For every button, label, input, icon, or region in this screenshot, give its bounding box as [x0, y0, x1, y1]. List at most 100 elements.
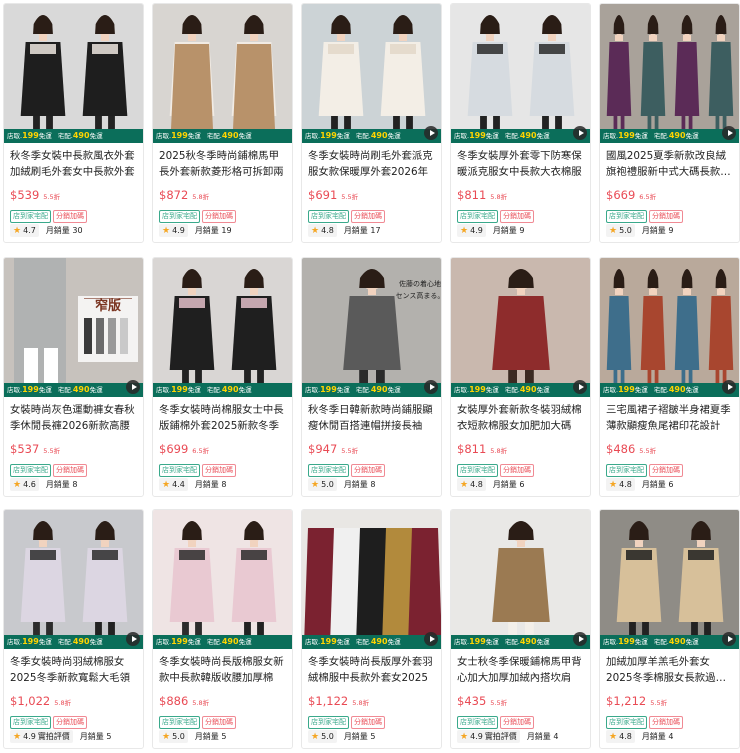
- product-photo-icon[interactable]: [451, 258, 590, 397]
- product-photo[interactable]: 店取.199免運 宅配.490免運: [451, 4, 590, 143]
- product-photo-icon[interactable]: [153, 4, 292, 143]
- product-photo[interactable]: 店取.199免運 宅配.490免運: [600, 258, 739, 397]
- product-card[interactable]: 店取.199免運 宅配.490免運 冬季女裝時尚棉服女士中長版鋪棉外套2025新…: [152, 257, 293, 497]
- product-photo-icon[interactable]: [4, 510, 143, 649]
- product-photo-icon[interactable]: 窄版: [4, 258, 143, 397]
- play-video-icon[interactable]: [126, 380, 140, 394]
- rating-badge: ★ 4.7: [10, 224, 39, 237]
- product-title[interactable]: 冬季女裝時尚長版棉服女新款中長款韓版收腰加厚棉: [159, 654, 288, 686]
- product-title[interactable]: 女裝厚外套新款冬裝羽絨棉衣短款棉服女加肥加大碼: [457, 402, 586, 434]
- price-row: $537 5.5折: [10, 438, 60, 457]
- product-photo-icon[interactable]: [4, 4, 143, 143]
- play-video-icon[interactable]: [424, 126, 438, 140]
- price-row: $669 6.5折: [606, 184, 656, 203]
- play-video-icon[interactable]: [126, 632, 140, 646]
- delivery-tag: 店到家宅配: [308, 464, 349, 477]
- product-title[interactable]: 冬季女裝厚外套零下防寒保暖派克服女中長款大衣棉服: [457, 148, 586, 180]
- play-video-icon[interactable]: [722, 126, 736, 140]
- product-photo[interactable]: 店取.199免運 宅配.490免運: [302, 4, 441, 143]
- discount-label: 5.8折: [490, 447, 508, 455]
- play-video-icon[interactable]: [573, 380, 587, 394]
- product-title[interactable]: 冬季女裝時尚長版厚外套羽絨棉服中長款外套女2025: [308, 654, 437, 686]
- product-card[interactable]: 窄版 店取.199免運 宅配.490免運 女裝時尚灰色運動褲女春秋季休閒長褲20…: [3, 257, 144, 497]
- product-photo[interactable]: 店取.199免運 宅配.490免運: [153, 510, 292, 649]
- product-card[interactable]: 店取.199免運 宅配.490免運 冬季女裝時尚長版厚外套羽絨棉服中長款外套女2…: [301, 509, 442, 749]
- product-title[interactable]: 女裝時尚灰色運動褲女春秋季休閒長褲2026新款高腰: [10, 402, 139, 434]
- discount-label: 5.5折: [341, 193, 359, 201]
- monthly-sales: 月銷量 5: [79, 732, 112, 741]
- product-card[interactable]: 店取.199免運 宅配.490免運 女士秋冬季保暖鋪棉馬甲背心加大加厚加絨內搭坎…: [450, 509, 591, 749]
- product-card[interactable]: 佐藤の着心地 センス高まる。 店取.199免運 宅配.490免運 秋冬季日韓新款時…: [301, 257, 442, 497]
- play-video-icon[interactable]: [573, 632, 587, 646]
- product-card[interactable]: 店取.199免運 宅配.490免運 國風2025夏季新款改良絨旗袍禮服新中式大碼…: [599, 3, 740, 243]
- product-photo[interactable]: 店取.199免運 宅配.490免運: [451, 510, 590, 649]
- product-card[interactable]: 店取.199免運 宅配.490免運 冬季女裝時尚羽絨棉服女2025冬季新款寬鬆大…: [3, 509, 144, 749]
- tag-row: 店到家宅配 分銷加碼: [457, 709, 536, 729]
- product-title[interactable]: 2025秋冬季時尚鋪棉馬甲長外套新款菱形格可拆卸兩: [159, 148, 288, 180]
- rating-row: ★ 5.0 月銷量 9: [606, 224, 673, 237]
- delivery-tag: 店到家宅配: [10, 464, 51, 477]
- product-photo[interactable]: 店取.199免運 宅配.490免運: [153, 258, 292, 397]
- product-photo[interactable]: 店取.199免運 宅配.490免運: [4, 510, 143, 649]
- product-photo[interactable]: 店取.199免運 宅配.490免運: [4, 4, 143, 143]
- product-photo[interactable]: 店取.199免運 宅配.490免運: [451, 258, 590, 397]
- product-photo-icon[interactable]: [153, 258, 292, 397]
- product-card[interactable]: 店取.199免運 宅配.490免運 秋冬季女裝中長款風衣外套加絨刷毛外套女中長款…: [3, 3, 144, 243]
- star-icon: ★: [311, 731, 320, 742]
- product-photo[interactable]: 店取.199免運 宅配.490免運: [600, 510, 739, 649]
- product-card[interactable]: 店取.199免運 宅配.490免運 女裝厚外套新款冬裝羽絨棉衣短款棉服女加肥加大…: [450, 257, 591, 497]
- tag-row: 店到家宅配 分銷加碼: [159, 203, 238, 223]
- play-video-icon[interactable]: [424, 632, 438, 646]
- star-icon: ★: [13, 731, 22, 742]
- tag-row: 店到家宅配 分銷加碼: [308, 203, 387, 223]
- product-photo-icon[interactable]: [451, 4, 590, 143]
- product-photo-icon[interactable]: 佐藤の着心地センス高まる。: [302, 258, 441, 397]
- shipping-promo-banner: 店取.199免運 宅配.490免運: [153, 383, 292, 397]
- rating-badge: ★ 4.4: [159, 478, 188, 491]
- monthly-sales: 月銷量 9: [641, 226, 674, 235]
- play-video-icon[interactable]: [722, 632, 736, 646]
- discount-label: 5.5折: [650, 699, 668, 707]
- product-card[interactable]: 店取.199免運 宅配.490免運 2025秋冬季時尚鋪棉馬甲長外套新款菱形格可…: [152, 3, 293, 243]
- product-photo[interactable]: 店取.199免運 宅配.490免運: [600, 4, 739, 143]
- star-icon: ★: [460, 479, 469, 490]
- product-title[interactable]: 國風2025夏季新款改良絨旗袍禮服新中式大碼長款婚宴: [606, 148, 735, 180]
- product-photo[interactable]: 窄版 店取.199免運 宅配.490免運: [4, 258, 143, 397]
- product-title[interactable]: 秋冬季女裝中長款風衣外套加絨刷毛外套女中長款外套: [10, 148, 139, 180]
- product-photo-icon[interactable]: [302, 510, 441, 649]
- product-price: $1,122: [308, 694, 349, 708]
- product-photo-icon[interactable]: [600, 258, 739, 397]
- promo-tag: 分銷加碼: [202, 210, 236, 223]
- rating-value: 4.4: [172, 480, 185, 489]
- product-photo-icon[interactable]: [451, 510, 590, 649]
- product-card[interactable]: 店取.199免運 宅配.490免運 冬季女裝時尚長版棉服女新款中長款韓版收腰加厚…: [152, 509, 293, 749]
- product-photo-icon[interactable]: [153, 510, 292, 649]
- product-title[interactable]: 加絨加厚羊羔毛外套女2025冬季棉服女長款過膝韓版: [606, 654, 735, 686]
- product-title[interactable]: 秋冬季日韓新款時尚鋪服顯瘦休閒百搭連帽拼接長袖: [308, 402, 437, 434]
- product-price: $1,022: [10, 694, 51, 708]
- product-title[interactable]: 冬季女裝時尚棉服女士中長版鋪棉外套2025新款冬季: [159, 402, 288, 434]
- product-title[interactable]: 三宅風裙子褶皺半身裙夏季薄款顯瘦魚尾裙印花設計: [606, 402, 735, 434]
- delivery-tag: 店到家宅配: [159, 464, 200, 477]
- product-card[interactable]: 店取.199免運 宅配.490免運 冬季女裝時尚刷毛外套派克服女款保暖厚外套20…: [301, 3, 442, 243]
- rating-badge: ★ 4.8: [457, 478, 486, 491]
- play-video-icon[interactable]: [722, 380, 736, 394]
- rating-value: 4.9: [23, 732, 36, 741]
- product-card[interactable]: 店取.199免運 宅配.490免運 三宅風裙子褶皺半身裙夏季薄款顯瘦魚尾裙印花設…: [599, 257, 740, 497]
- play-video-icon[interactable]: [424, 380, 438, 394]
- product-title[interactable]: 女士秋冬季保暖鋪棉馬甲背心加大加厚加絨內搭坎肩: [457, 654, 586, 686]
- product-photo-icon[interactable]: [600, 510, 739, 649]
- product-photo-icon[interactable]: [600, 4, 739, 143]
- rating-row: ★ 4.9 月銷量 9: [457, 224, 524, 237]
- product-title[interactable]: 冬季女裝時尚羽絨棉服女2025冬季新款寬鬆大毛領: [10, 654, 139, 686]
- product-photo[interactable]: 佐藤の着心地 センス高まる。 店取.199免運 宅配.490免運: [302, 258, 441, 397]
- product-card[interactable]: 店取.199免運 宅配.490免運 加絨加厚羊羔毛外套女2025冬季棉服女長款過…: [599, 509, 740, 749]
- product-card[interactable]: 店取.199免運 宅配.490免運 冬季女裝厚外套零下防寒保暖派克服女中長款大衣…: [450, 3, 591, 243]
- product-photo[interactable]: 店取.199免運 宅配.490免運: [153, 4, 292, 143]
- product-photo-icon[interactable]: [302, 4, 441, 143]
- promo-tag: 分銷加碼: [649, 464, 683, 477]
- product-photo[interactable]: 店取.199免運 宅配.490免運: [302, 510, 441, 649]
- promo-tag: 分銷加碼: [351, 464, 385, 477]
- play-video-icon[interactable]: [573, 126, 587, 140]
- product-title[interactable]: 冬季女裝時尚刷毛外套派克服女款保暖厚外套2026年: [308, 148, 437, 180]
